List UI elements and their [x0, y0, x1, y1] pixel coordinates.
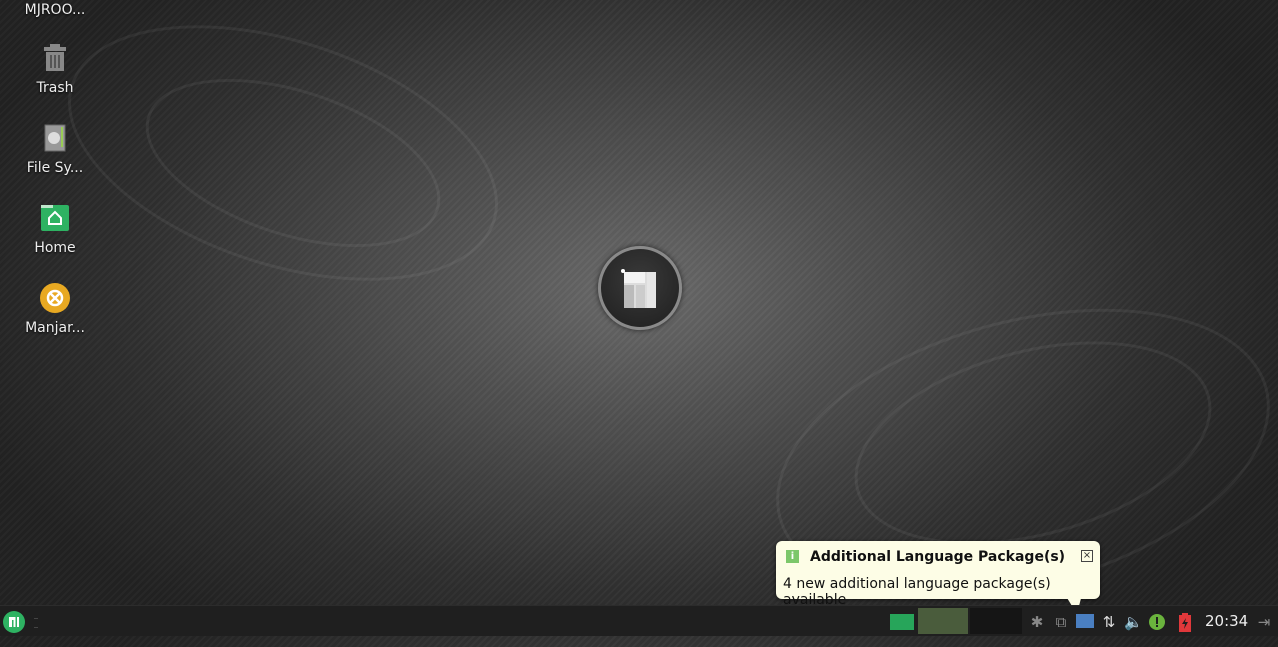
manjaro-menu-icon [9, 617, 19, 627]
desktop-icon-manjaro[interactable]: Manjar... [0, 282, 110, 336]
battery-icon[interactable] [1176, 613, 1194, 632]
notification-popup[interactable]: i Additional Language Package(s) × 4 new… [776, 541, 1100, 608]
desktop-icon-label: Manjar... [25, 320, 85, 336]
volume-icon[interactable]: 🔈 [1124, 613, 1143, 631]
manjaro-logo-icon [621, 269, 656, 308]
manjaro-logo [598, 246, 682, 330]
desktop-icon-file-system[interactable]: File Sy... [0, 122, 110, 176]
trash-icon [39, 42, 71, 74]
tasklist-handle[interactable] [34, 618, 38, 628]
clipboard-icon[interactable]: ⧉ [1052, 613, 1070, 631]
notification-body: 4 new additional language package(s) ava… [783, 576, 1051, 608]
workspace-1[interactable] [890, 614, 914, 630]
desktop-icon-trash[interactable]: Trash [0, 42, 110, 96]
notification-title: Additional Language Package(s) [810, 549, 1066, 565]
desktop-icon-home[interactable]: Home [0, 202, 110, 256]
workspace-3[interactable] [970, 608, 1022, 634]
network-icon[interactable]: ⇅ [1100, 613, 1118, 631]
info-icon: i [786, 550, 799, 563]
language-flag-icon[interactable] [1076, 614, 1094, 628]
manjaro-installer-icon [39, 282, 71, 314]
application-menu-button[interactable] [3, 611, 25, 633]
desktop-label-computer[interactable]: MJROO... [0, 2, 110, 18]
desktop-icon-label: File Sy... [26, 160, 84, 176]
workspace-2[interactable] [918, 608, 968, 634]
logout-icon[interactable]: ⇥ [1255, 613, 1273, 631]
bluetooth-icon[interactable]: ✱ [1028, 613, 1046, 631]
close-icon[interactable]: × [1081, 550, 1093, 562]
taskbar-panel: ✱ ⧉ ⇅ 🔈 20:34 ⇥ [0, 605, 1278, 636]
update-icon[interactable] [1148, 613, 1166, 631]
home-folder-icon [39, 202, 71, 234]
desktop-icon-label: Home [34, 240, 76, 256]
file-system-icon [39, 122, 71, 154]
clock[interactable]: 20:34 [1205, 612, 1248, 630]
desktop-icon-label: Trash [36, 80, 74, 96]
